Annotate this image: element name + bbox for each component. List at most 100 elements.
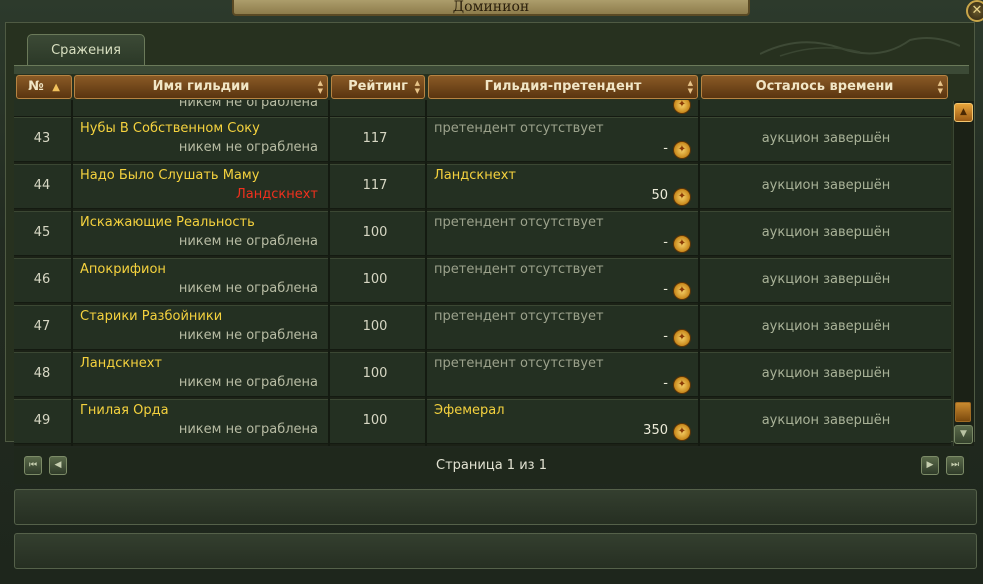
time-left: аукцион завершён [761, 225, 891, 240]
sort-arrows-icon: ▲ ▼ [317, 79, 323, 95]
claimant-guild: претендент отсутствует [434, 215, 604, 230]
column-header-time-left[interactable]: Осталось времени ▲ ▼ [701, 75, 948, 99]
column-header-guild-name-label: Имя гильдии [152, 79, 250, 94]
column-separator [698, 100, 700, 446]
time-left: аукцион завершён [761, 131, 891, 146]
column-header-time-left-label: Осталось времени [755, 79, 894, 94]
robbed-status: никем не ограблена [178, 100, 318, 110]
guild-name[interactable]: Старики Разбойники [80, 309, 222, 324]
arrow-down-icon: ▼ [960, 429, 967, 439]
guild-rating: 100 [362, 413, 388, 428]
claimant-guild[interactable]: Эфемерал [434, 403, 505, 418]
bid-amount: 50 [651, 188, 668, 203]
robbed-status: никем не ограблена [178, 281, 318, 296]
guild-name[interactable]: Искажающие Реальность [80, 215, 255, 230]
table-row[interactable]: 45 Искажающие Реальность никем не ограбл… [14, 211, 951, 256]
table-row[interactable]: 44 Надо Было Слушать Маму Ландскнехт 117… [14, 164, 951, 209]
page-indicator: Страница 1 из 1 [436, 458, 547, 473]
guild-rating: 100 [362, 366, 388, 381]
info-panel-bottom [14, 533, 977, 569]
column-header-guild-name[interactable]: Имя гильдии ▲ ▼ [74, 75, 328, 99]
tab-strip [14, 65, 969, 74]
guild-rating: 100 [362, 225, 388, 240]
row-number: 43 [33, 131, 51, 146]
column-header-num[interactable]: № ▲ [16, 75, 72, 99]
gold-coin-icon: ✦ [673, 423, 691, 441]
guild-name[interactable]: Гнилая Орда [80, 403, 169, 418]
tab-battles[interactable]: Сражения [27, 34, 145, 66]
next-page-icon: ▶ [926, 460, 934, 470]
robbed-status: никем не ограблена [178, 328, 318, 343]
bid-amount: 350 [643, 423, 668, 438]
guild-rating: 100 [362, 319, 388, 334]
bid-amount: - [663, 329, 668, 344]
robbed-status: никем не ограблена [178, 234, 318, 249]
time-left: аукцион завершён [761, 272, 891, 287]
time-left: аукцион завершён [761, 366, 891, 381]
guild-rating: 100 [362, 272, 388, 287]
row-number: 45 [33, 225, 51, 240]
gold-coin-icon: ✦ [673, 235, 691, 253]
table-row[interactable]: 49 Гнилая Орда никем не ограблена 100 Эф… [14, 399, 951, 444]
column-separator [328, 100, 330, 446]
scroll-up-button[interactable]: ▲ [954, 103, 973, 122]
table-row[interactable]: 46 Апокрифион никем не ограблена 100 пре… [14, 258, 951, 303]
gold-coin-icon: ✦ [673, 329, 691, 347]
sort-arrows-icon: ▲ ▼ [687, 79, 693, 95]
column-separator [71, 100, 73, 446]
guild-name[interactable]: Ландскнехт [80, 356, 162, 371]
close-button[interactable]: ✕ [966, 0, 983, 22]
scrollbar-thumb[interactable] [955, 402, 971, 422]
robbed-status: никем не ограблена [178, 422, 318, 437]
window-title: Доминион [452, 0, 530, 15]
gold-coin-icon: ✦ [673, 188, 691, 206]
claimant-guild: претендент отсутствует [434, 262, 604, 277]
row-number: 44 [33, 178, 51, 193]
column-header-claimant-label: Гильдия-претендент [484, 79, 642, 94]
last-page-icon: ⏭ [950, 460, 960, 470]
dominion-window: Доминион ✕ Сражения № ▲ Имя гильдии ▲ ▼ Р… [0, 0, 983, 584]
column-header-num-label: № [28, 79, 44, 94]
gold-coin-icon: ✦ [673, 376, 691, 394]
claimant-guild[interactable]: Ландскнехт [434, 168, 516, 183]
table-row[interactable]: 43 Нубы В Собственном Соку никем не огра… [14, 117, 951, 162]
robbed-status: никем не ограблена [178, 375, 318, 390]
row-number: 47 [33, 319, 51, 334]
column-header-rating-label: Рейтинг [348, 79, 408, 94]
column-header-rating[interactable]: Рейтинг ▲ ▼ [331, 75, 425, 99]
guild-name[interactable]: Апокрифион [80, 262, 166, 277]
time-left: аукцион завершён [761, 413, 891, 428]
robbed-by[interactable]: Ландскнехт [80, 187, 318, 202]
claimant-guild: претендент отсутствует [434, 309, 604, 324]
column-header-claimant[interactable]: Гильдия-претендент ▲ ▼ [428, 75, 698, 99]
sort-arrows-icon: ▲ ▼ [937, 79, 943, 95]
table-row[interactable]: 48 Ландскнехт никем не ограблена 100 пре… [14, 352, 951, 397]
row-number: 49 [33, 413, 51, 428]
guild-name[interactable]: Нубы В Собственном Соку [80, 121, 260, 136]
close-icon: ✕ [971, 3, 983, 18]
guild-name[interactable]: Надо Было Слушать Маму [80, 168, 259, 183]
bid-amount: - [663, 376, 668, 391]
row-number: 46 [33, 272, 51, 287]
guild-rating: 117 [362, 178, 388, 193]
sort-up-arrow-icon: ▲ [52, 82, 60, 93]
bid-amount: - [663, 282, 668, 297]
ornament-decoration [760, 37, 960, 57]
scroll-down-button[interactable]: ▼ [954, 425, 973, 444]
last-page-button[interactable]: ⏭ [946, 456, 964, 475]
scrollbar-track[interactable] [953, 101, 974, 446]
row-number: 48 [33, 366, 51, 381]
guild-table: никем не ограблена ✦ 43 Нубы В Собственн… [14, 100, 951, 446]
column-separator [425, 100, 427, 446]
claimant-guild: претендент отсутствует [434, 356, 604, 371]
table-row[interactable]: 47 Старики Разбойники никем не ограблена… [14, 305, 951, 350]
gold-coin-icon: ✦ [673, 100, 691, 114]
bid-amount: - [663, 141, 668, 156]
next-page-button[interactable]: ▶ [921, 456, 939, 475]
window-title-bar: Доминион [232, 0, 750, 16]
arrow-up-icon: ▲ [960, 107, 967, 117]
claimant-guild: претендент отсутствует [434, 121, 604, 136]
sort-arrows-icon: ▲ ▼ [414, 79, 420, 95]
gold-coin-icon: ✦ [673, 141, 691, 159]
table-row-partial[interactable]: никем не ограблена ✦ [14, 100, 951, 117]
